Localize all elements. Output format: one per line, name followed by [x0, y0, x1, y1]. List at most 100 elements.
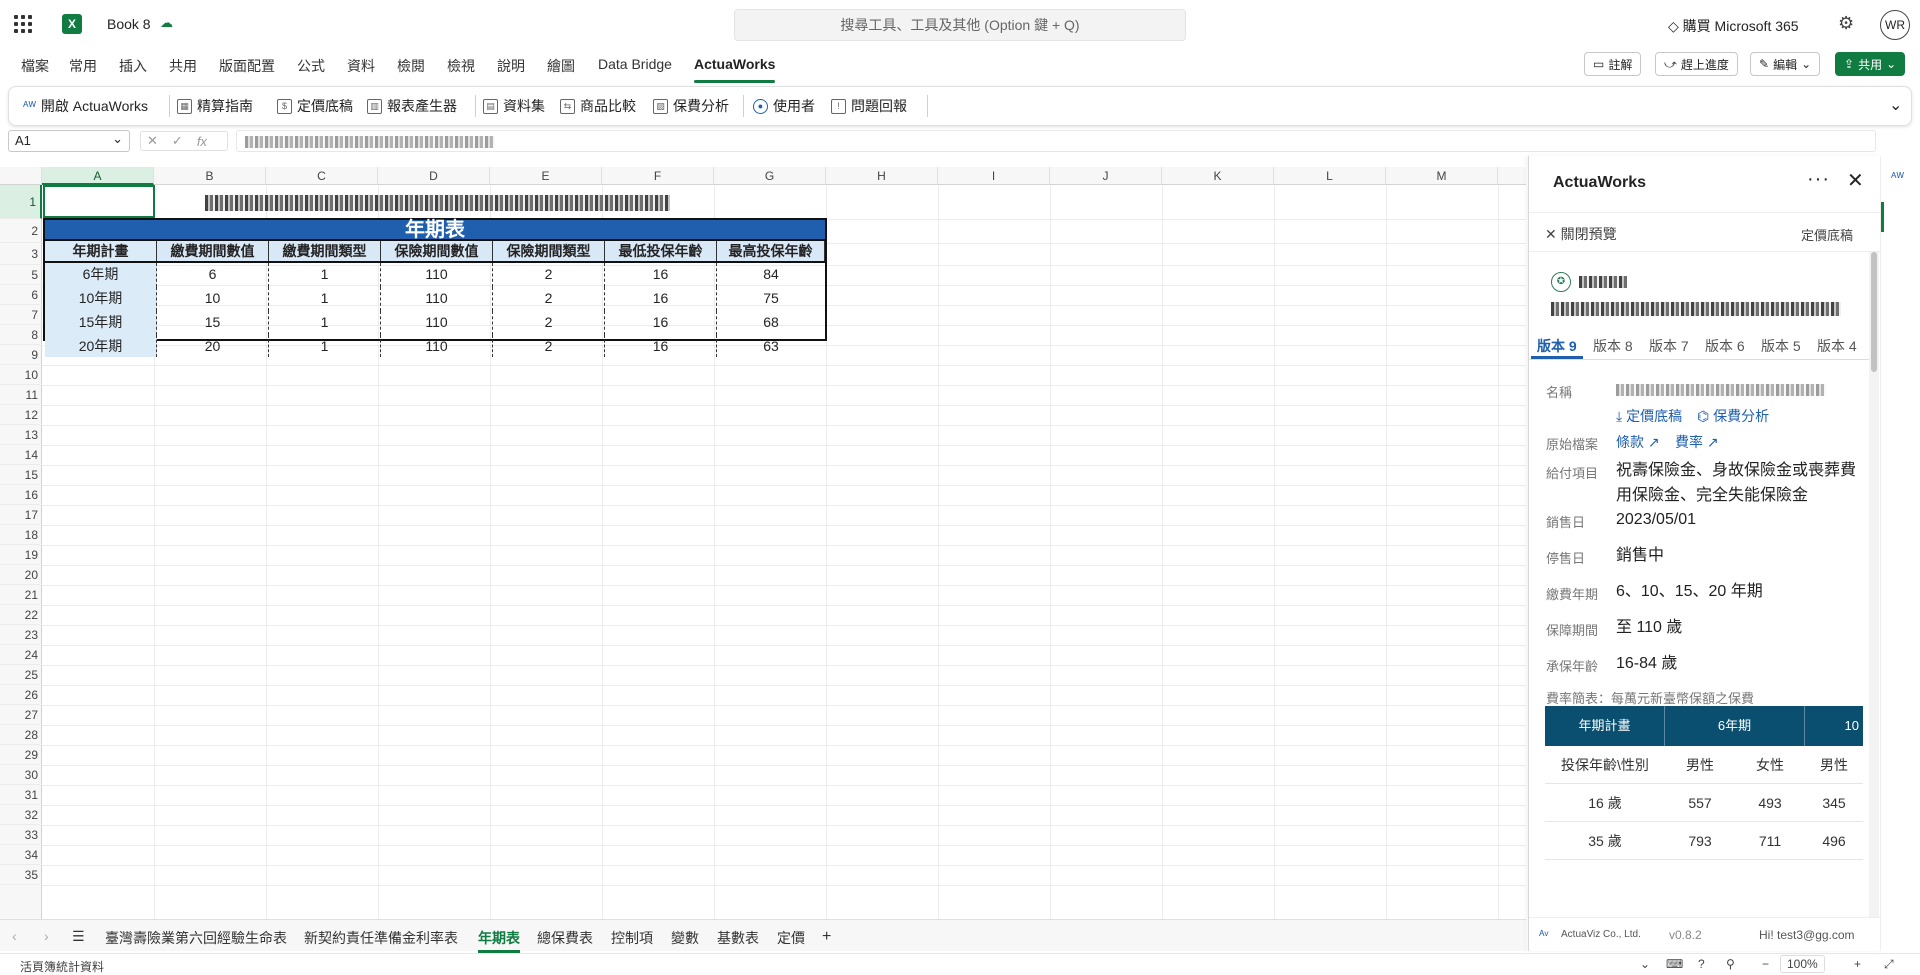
table-cell[interactable]: 2 — [493, 335, 605, 357]
tab-version-9[interactable]: 版本 9 — [1531, 336, 1583, 359]
tab-version-6[interactable]: 版本 6 — [1705, 336, 1745, 356]
column-header[interactable]: K — [1162, 167, 1274, 185]
table-cell[interactable]: 6年期 — [45, 263, 157, 287]
row-header[interactable]: 31 — [0, 785, 42, 805]
confirm-icon[interactable]: ✓ — [172, 133, 183, 149]
keyboard-icon[interactable]: ⌨ — [1666, 957, 1683, 971]
tab-review[interactable]: 檢閱 — [397, 56, 425, 76]
table-cell[interactable]: 2 — [493, 287, 605, 311]
all-sheets-menu-icon[interactable]: ☰ — [72, 928, 85, 945]
row-header[interactable]: 22 — [0, 605, 42, 625]
row-header[interactable]: 35 — [0, 865, 42, 885]
row-header[interactable]: 23 — [0, 625, 42, 645]
name-box[interactable]: A1 ⌄ — [8, 130, 130, 152]
table-cell[interactable]: 16 — [605, 263, 717, 287]
tab-actuaworks[interactable]: ActuaWorks — [694, 56, 776, 83]
sheet-tab[interactable]: 新契約責任準備金利率表 — [304, 928, 458, 948]
rates-link[interactable]: 費率 ↗ — [1675, 432, 1719, 452]
column-header[interactable]: H — [826, 167, 938, 185]
edit-mode-button[interactable]: ✎ 編輯 ⌄ — [1750, 52, 1821, 76]
zoom-level[interactable]: 100% — [1780, 955, 1825, 973]
avatar[interactable]: WR — [1880, 10, 1910, 40]
column-header[interactable]: E — [490, 167, 602, 185]
sheet-tab[interactable]: 臺灣壽險業第六回經驗生命表 — [105, 928, 287, 948]
column-header[interactable]: L — [1274, 167, 1386, 185]
row-header[interactable]: 19 — [0, 545, 42, 565]
table-cell[interactable]: 1 — [269, 287, 381, 311]
tab-data[interactable]: 資料 — [347, 56, 375, 76]
comment-button[interactable]: ▭ 註解 — [1584, 52, 1642, 76]
table-cell[interactable]: 20 — [157, 335, 269, 357]
sheet-tab[interactable]: 總保費表 — [537, 928, 593, 948]
row-header[interactable]: 15 — [0, 465, 42, 485]
search-input[interactable]: 搜尋工具、工具及其他 (Option 鍵 + Q) — [734, 9, 1186, 41]
actuarial-guide-button[interactable]: ▦ 精算指南 — [177, 96, 253, 116]
premium-analysis-button[interactable]: ▨ 保費分析 — [653, 96, 729, 116]
table-cell[interactable]: 6 — [157, 263, 269, 287]
accessibility-icon[interactable]: ⚲ — [1726, 957, 1735, 971]
row-header[interactable]: 30 — [0, 765, 42, 785]
add-sheet-icon[interactable]: + — [822, 928, 831, 946]
catch-up-button[interactable]: ⤻ 趕上進度 — [1655, 52, 1738, 76]
pane-scrollbar[interactable] — [1869, 252, 1879, 917]
app-launcher-icon[interactable] — [14, 15, 32, 33]
report-generator-button[interactable]: ▥ 報表產生器 — [367, 96, 457, 116]
row-header[interactable]: 21 — [0, 585, 42, 605]
row-header[interactable]: 25 — [0, 665, 42, 685]
row-header[interactable]: 2 — [0, 219, 42, 243]
pricing-draft-link[interactable]: 定價底稿 — [1801, 225, 1853, 244]
fullscreen-icon[interactable]: ⤢ — [1884, 957, 1894, 972]
scroll-left-icon[interactable]: ‹ — [12, 928, 17, 944]
tab-version-5[interactable]: 版本 5 — [1761, 336, 1801, 356]
tab-formulas[interactable]: 公式 — [297, 56, 325, 76]
table-cell[interactable]: 2 — [493, 263, 605, 287]
column-header[interactable]: G — [714, 167, 826, 185]
table-cell[interactable]: 20年期 — [45, 335, 157, 357]
row-header[interactable]: 6 — [0, 285, 42, 305]
sheet-tab[interactable]: 基數表 — [717, 928, 759, 948]
select-all-corner[interactable] — [0, 167, 42, 185]
row-header[interactable]: 11 — [0, 385, 42, 405]
row-header[interactable]: 5 — [0, 265, 42, 285]
share-button[interactable]: ⇪ 共用 ⌄ — [1835, 52, 1906, 76]
zoom-in-icon[interactable]: + — [1854, 957, 1861, 971]
close-icon[interactable]: ✕ — [1847, 168, 1864, 193]
function-icon[interactable]: fx — [197, 134, 207, 149]
pricing-draft-action[interactable]: ⤓ 定價底稿 — [1616, 406, 1682, 426]
actuaworks-rail-icon[interactable]: ᴬᵂ — [1891, 170, 1904, 184]
help-icon[interactable]: ? — [1698, 957, 1705, 971]
tab-share[interactable]: 共用 — [169, 56, 197, 76]
scroll-right-icon[interactable]: › — [44, 928, 49, 944]
row-header[interactable]: 10 — [0, 365, 42, 385]
column-header[interactable]: C — [266, 167, 378, 185]
row-header[interactable]: 7 — [0, 305, 42, 325]
table-cell[interactable]: 10年期 — [45, 287, 157, 311]
tab-version-8[interactable]: 版本 8 — [1593, 336, 1633, 356]
row-header[interactable]: 28 — [0, 725, 42, 745]
tab-help[interactable]: 說明 — [497, 56, 525, 76]
more-options-icon[interactable]: ··· — [1807, 168, 1830, 191]
row-header[interactable]: 1 — [0, 185, 42, 219]
sheet-tab[interactable]: 變數 — [671, 928, 699, 948]
table-cell[interactable]: 15 — [157, 311, 269, 335]
table-cell[interactable]: 75 — [717, 287, 825, 311]
open-actuaworks-button[interactable]: ᴬᵂ 開啟 ActuaWorks — [23, 96, 148, 116]
dataset-button[interactable]: ▤ 資料集 — [483, 96, 545, 116]
issue-report-button[interactable]: ! 問題回報 — [831, 96, 907, 116]
tab-view[interactable]: 檢視 — [447, 56, 475, 76]
table-cell[interactable]: 15年期 — [45, 311, 157, 335]
terms-link[interactable]: 條款 ↗ — [1616, 432, 1660, 452]
cancel-icon[interactable]: ✕ — [147, 133, 158, 149]
column-header[interactable]: F — [602, 167, 714, 185]
table-cell[interactable]: 63 — [717, 335, 825, 357]
gear-icon[interactable]: ⚙ — [1838, 13, 1854, 34]
row-header[interactable]: 17 — [0, 505, 42, 525]
zoom-out-icon[interactable]: − — [1762, 957, 1769, 971]
column-header[interactable]: B — [154, 167, 266, 185]
chevron-down-icon[interactable]: ⌄ — [1640, 957, 1650, 971]
row-header[interactable]: 34 — [0, 845, 42, 865]
row-header[interactable]: 16 — [0, 485, 42, 505]
spreadsheet-grid[interactable]: A B C D E F G H I J K L M 1 2 3 5 6 7 8 9 10 11 12… — [0, 167, 1526, 919]
row-header[interactable]: 18 — [0, 525, 42, 545]
premium-analysis-action[interactable]: ⌬ 保費分析 — [1697, 406, 1769, 426]
